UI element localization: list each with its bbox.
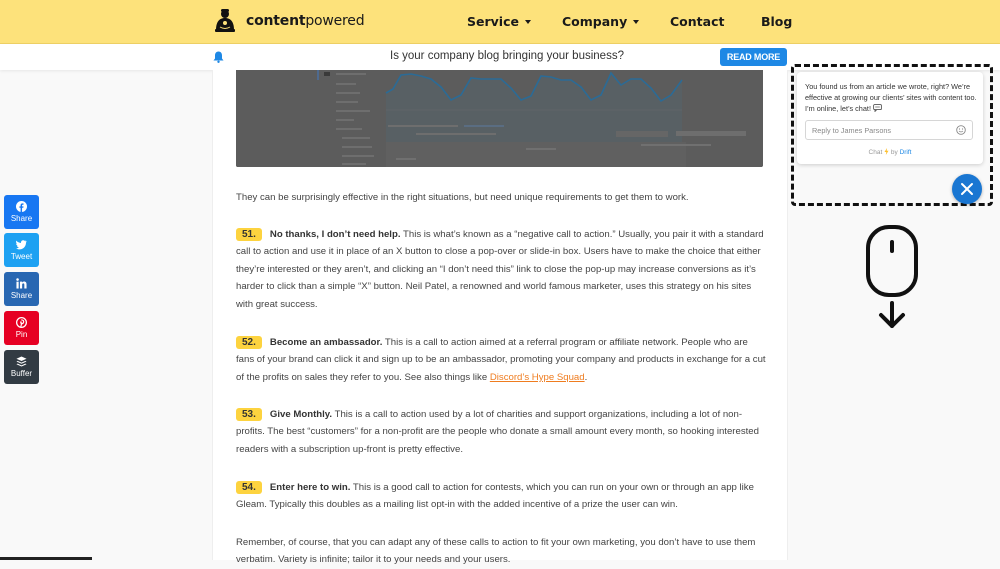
item-title: Give Monthly.	[269, 409, 333, 420]
share-twitter-button[interactable]: Tweet	[4, 233, 39, 267]
sumo-logo-icon	[215, 9, 235, 32]
close-icon	[961, 183, 973, 195]
analytics-screenshot-image	[236, 70, 763, 167]
site-logo[interactable]: contentpowered	[212, 8, 365, 34]
item-title: Become an ambassador.	[269, 337, 383, 348]
share-linkedin-button[interactable]: Share	[4, 272, 39, 306]
nav-company[interactable]: Company	[562, 14, 640, 29]
share-buffer-button[interactable]: Buffer	[4, 350, 39, 384]
chat-widget-card: You found us from an article we wrote, r…	[797, 72, 983, 164]
item-number-badge: 51.	[236, 228, 262, 241]
article-closing: Remember, of course, that you can adapt …	[236, 537, 756, 566]
facebook-icon	[16, 201, 27, 212]
list-item-53: 53. Give Monthly. This is a call to actio…	[236, 406, 766, 458]
item-body: This is what’s known as a “negative call…	[236, 229, 764, 310]
chat-reply-input[interactable]: Reply to James Parsons	[805, 120, 973, 140]
nav-contact[interactable]: Contact	[670, 14, 724, 29]
article-screenshot	[236, 70, 763, 167]
site-header: contentpowered Service Company Contact B…	[0, 0, 1000, 44]
list-item-51: 51. No thanks, I don’t need help. This is…	[236, 226, 766, 313]
nav-service[interactable]: Service	[467, 14, 531, 29]
mouse-scroll-down-icon	[866, 225, 918, 328]
nav-blog[interactable]: Blog	[761, 14, 792, 29]
item-title: No thanks, I don’t need help.	[269, 229, 401, 240]
buffer-icon	[16, 356, 27, 367]
chat-close-button[interactable]	[952, 174, 982, 204]
twitter-icon	[16, 240, 27, 250]
pinterest-icon	[16, 317, 27, 328]
chat-message: You found us from an article we wrote, r…	[805, 82, 977, 114]
chevron-down-icon	[524, 19, 531, 24]
share-facebook-button[interactable]: Share	[4, 195, 39, 229]
bell-icon	[213, 51, 224, 63]
chevron-down-icon	[633, 19, 640, 24]
item-number-badge: 52.	[236, 336, 262, 349]
lightning-icon	[884, 148, 889, 155]
notification-text: Is your company blog bringing your busin…	[390, 50, 624, 62]
list-item-52: 52. Become an ambassador. This is a call …	[236, 336, 766, 383]
article-intro: They can be surprisingly effective in th…	[236, 192, 689, 203]
read-more-button[interactable]: READ MORE	[720, 48, 787, 66]
discord-hype-squad-link[interactable]: Discord’s Hype Squad	[490, 372, 585, 383]
item-number-badge: 53.	[236, 408, 262, 421]
item-number-badge: 54.	[236, 481, 262, 494]
share-pinterest-button[interactable]: Pin	[4, 311, 39, 345]
emoji-icon[interactable]	[956, 125, 966, 135]
item-title: Enter here to win.	[269, 482, 351, 493]
speech-bubble-icon	[873, 104, 882, 113]
chat-footer: Chat by Drift	[868, 148, 912, 156]
drift-link[interactable]: Drift	[900, 149, 912, 156]
list-item-54: 54. Enter here to win. This is a good cal…	[236, 479, 766, 514]
logo-text: contentpowered	[246, 13, 365, 29]
linkedin-icon	[16, 278, 27, 289]
